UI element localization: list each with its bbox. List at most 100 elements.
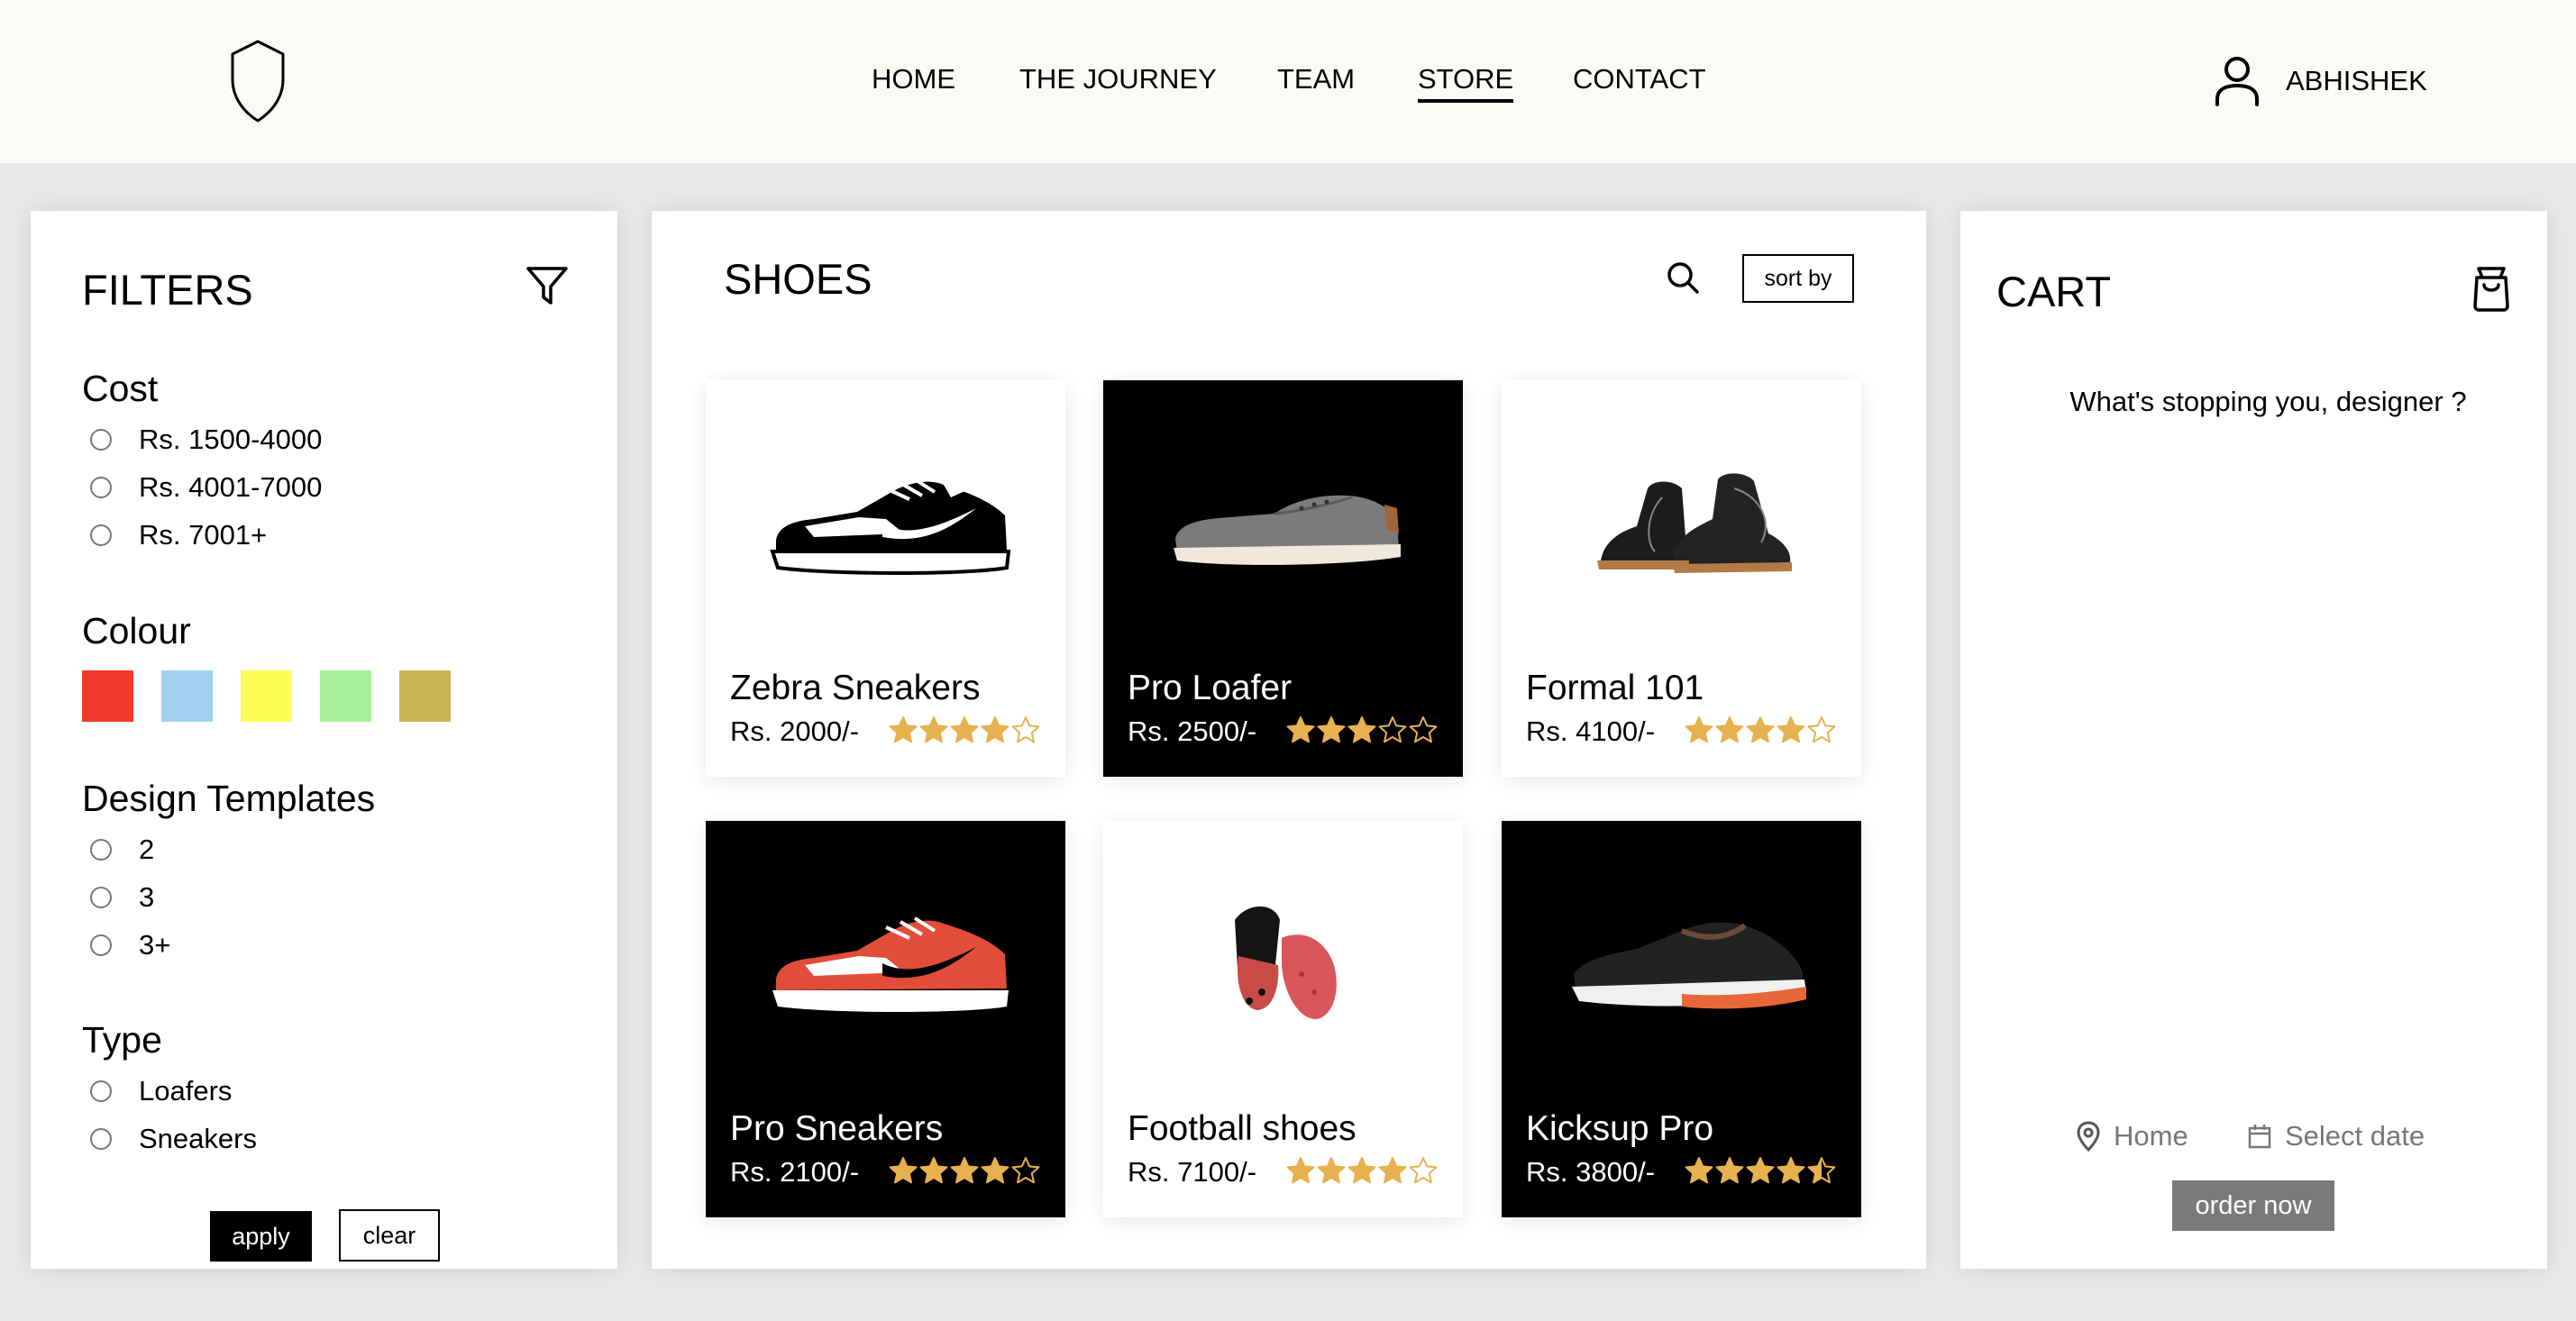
star-filled-icon <box>919 1157 948 1184</box>
product-price: Rs. 3800/- <box>1526 1156 1656 1188</box>
clear-button[interactable]: clear <box>339 1209 440 1262</box>
filter-icon[interactable] <box>525 263 570 308</box>
cost-option[interactable]: Rs. 1500-4000 <box>90 422 322 458</box>
star-filled-icon <box>1317 716 1346 743</box>
star-filled-icon <box>889 716 918 743</box>
pro-sneaker-image <box>772 916 1009 1012</box>
option-label: 2 <box>139 834 155 865</box>
loafer-image <box>1174 495 1401 565</box>
formal-boots-image <box>1597 473 1792 573</box>
sort-by-button[interactable]: sort by <box>1742 254 1854 303</box>
design-option[interactable]: 3+ <box>90 927 170 963</box>
product-name: Football shoes <box>1128 1109 1357 1148</box>
type-option[interactable]: Sneakers <box>90 1121 257 1157</box>
star-empty-icon <box>1409 716 1438 743</box>
product-card[interactable]: Zebra Sneakers Rs. 2000/- <box>706 380 1065 777</box>
calendar-icon <box>2248 1125 2271 1149</box>
type-title: Type <box>82 1019 162 1061</box>
option-label: 3 <box>139 881 155 913</box>
product-card[interactable]: Pro Loafer Rs. 2500/- <box>1103 380 1463 777</box>
product-name: Formal 101 <box>1526 669 1704 707</box>
date-placeholder: Select date <box>2285 1120 2425 1152</box>
nav-the-journey[interactable]: THE JOURNEY <box>1019 61 1217 97</box>
type-option[interactable]: Loafers <box>90 1073 232 1109</box>
location-label: Home <box>2114 1120 2188 1152</box>
option-label: Rs. 1500-4000 <box>139 424 323 455</box>
nav-store[interactable]: STORE <box>1418 61 1514 103</box>
star-empty-icon <box>1011 1157 1040 1184</box>
radio-button[interactable] <box>90 1128 112 1150</box>
colour-swatch-green[interactable] <box>320 670 371 722</box>
radio-button[interactable] <box>90 934 112 956</box>
football-shoes-image <box>1235 906 1337 1019</box>
option-label: Rs. 7001+ <box>139 519 268 551</box>
product-price: Rs. 4100/- <box>1526 715 1656 747</box>
product-name: Zebra Sneakers <box>730 669 981 707</box>
cart-title: CART <box>1996 268 2112 315</box>
star-filled-icon <box>1715 1157 1744 1184</box>
cost-title: Cost <box>82 368 159 409</box>
star-filled-icon <box>1286 716 1315 743</box>
date-picker[interactable]: Select date <box>2247 1116 2425 1157</box>
search-icon[interactable] <box>1663 258 1703 297</box>
product-price: Rs. 2000/- <box>730 715 860 747</box>
nav-team[interactable]: TEAM <box>1277 61 1355 97</box>
radio-button[interactable] <box>90 839 112 861</box>
design-option[interactable]: 3 <box>90 879 154 916</box>
star-filled-icon <box>1746 716 1775 743</box>
radio-button[interactable] <box>90 429 112 451</box>
colour-swatch-blue[interactable] <box>161 670 213 722</box>
location-pin-icon <box>2077 1121 2100 1152</box>
delivery-location[interactable]: Home <box>2076 1116 2188 1157</box>
star-filled-icon <box>1317 1157 1346 1184</box>
product-card[interactable]: Football shoes Rs. 7100/- <box>1103 821 1463 1217</box>
product-card[interactable]: Pro Sneakers Rs. 2100/- <box>706 821 1065 1217</box>
product-card[interactable]: Formal 101 Rs. 4100/- <box>1502 380 1861 777</box>
star-filled-icon <box>950 716 979 743</box>
colour-swatch-yellow[interactable] <box>241 670 292 722</box>
product-price: Rs. 2100/- <box>730 1156 860 1188</box>
shoes-title: SHOES <box>724 255 872 303</box>
product-price: Rs. 7100/- <box>1128 1156 1257 1188</box>
filters-panel: FILTERS Cost Rs. 1500-4000 Rs. 4001-7000… <box>31 211 617 1269</box>
nav-home[interactable]: HOME <box>872 61 955 97</box>
star-empty-icon <box>1011 716 1040 743</box>
cart-empty-message: What's stopping you, designer ? <box>2069 386 2467 417</box>
cost-option[interactable]: Rs. 4001-7000 <box>90 469 322 506</box>
apply-button[interactable]: apply <box>210 1211 312 1262</box>
star-empty-icon <box>1807 716 1836 743</box>
shopping-bag-icon[interactable] <box>2470 265 2513 312</box>
product-name: Kicksup Pro <box>1526 1109 1714 1148</box>
product-card[interactable]: Kicksup Pro Rs. 3800/- <box>1502 821 1861 1217</box>
cart-panel: CART What's stopping you, designer ? Hom… <box>1960 211 2547 1269</box>
star-filled-icon <box>1746 1157 1775 1184</box>
star-filled-icon <box>1715 716 1744 743</box>
shoes-panel: SHOES sort by Zebra Sneakers Rs. 2000/- <box>652 211 1926 1269</box>
colour-swatch-red[interactable] <box>82 670 133 722</box>
user-account[interactable]: ABHISHEK <box>2212 54 2427 108</box>
star-empty-icon <box>1378 716 1407 743</box>
cost-option[interactable]: Rs. 7001+ <box>90 517 267 553</box>
product-price: Rs. 2500/- <box>1128 715 1257 747</box>
colour-title: Colour <box>82 610 191 651</box>
order-now-button[interactable]: order now <box>2172 1180 2334 1231</box>
option-label: Sneakers <box>139 1123 257 1154</box>
radio-button[interactable] <box>90 887 112 908</box>
rating-stars <box>1685 1156 1836 1185</box>
product-name: Pro Loafer <box>1128 669 1293 707</box>
colour-swatch-olive[interactable] <box>399 670 451 722</box>
option-label: 3+ <box>139 929 171 961</box>
zebra-sneaker-image <box>770 478 1011 575</box>
option-label: Rs. 4001-7000 <box>139 471 323 503</box>
rating-stars <box>1286 715 1438 744</box>
nav-contact[interactable]: CONTACT <box>1573 61 1706 97</box>
star-filled-icon <box>1286 1157 1315 1184</box>
rating-stars <box>1286 1156 1438 1185</box>
radio-button[interactable] <box>90 1080 112 1102</box>
design-option[interactable]: 2 <box>90 832 154 868</box>
radio-button[interactable] <box>90 524 112 546</box>
radio-button[interactable] <box>90 477 112 498</box>
user-name: ABHISHEK <box>2286 65 2427 96</box>
star-filled-icon <box>981 1157 1009 1184</box>
star-filled-icon <box>1685 716 1713 743</box>
